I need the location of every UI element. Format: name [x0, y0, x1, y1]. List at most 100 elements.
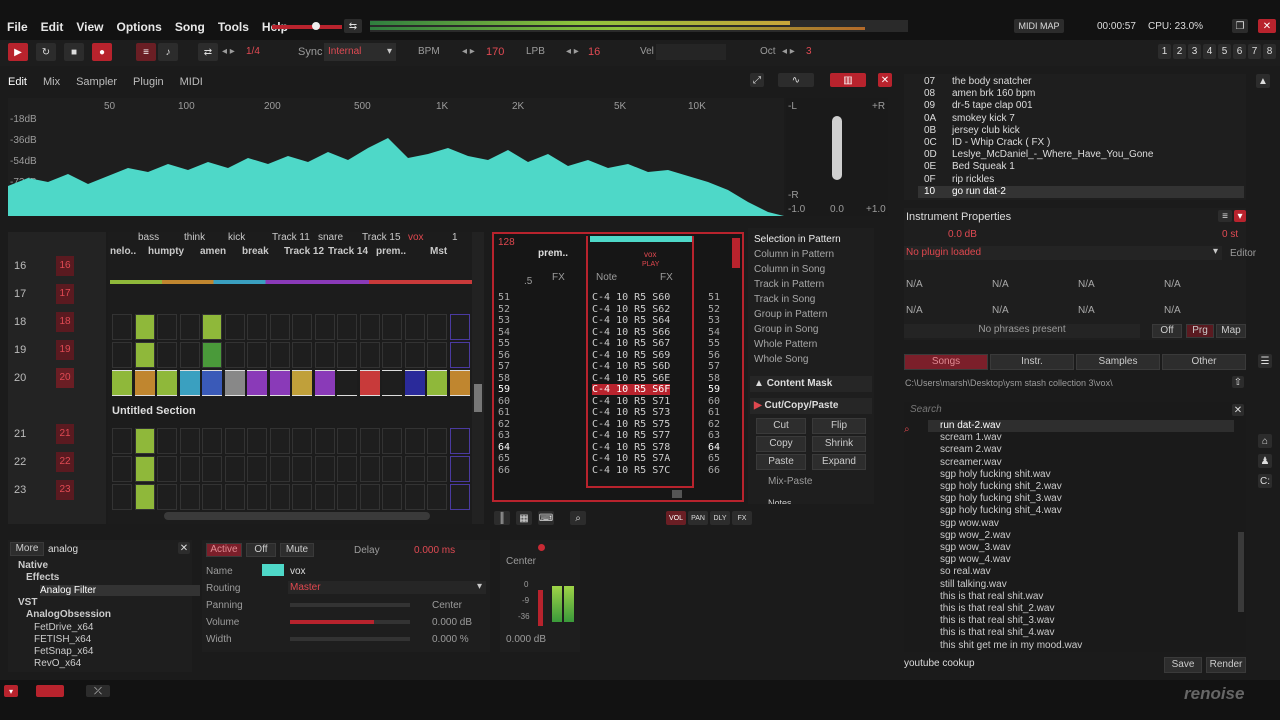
seq-pattern-number[interactable]: 18 [56, 312, 74, 332]
matrix-cell[interactable] [224, 314, 245, 340]
pattern-note[interactable]: C-4 10 R5 S78 [592, 442, 670, 453]
instrument-index[interactable]: 0A [924, 113, 936, 124]
matrix-cell[interactable] [157, 342, 177, 368]
file-item[interactable]: sgp wow_2.wav [940, 530, 1011, 541]
matrix-cell[interactable] [202, 484, 222, 510]
matrix-cell[interactable] [427, 428, 447, 454]
pattern-note[interactable]: C-4 10 R5 S6D [592, 361, 670, 372]
matrix-cell[interactable] [449, 428, 470, 454]
pattern-note[interactable]: C-4 10 R5 S62 [592, 304, 670, 315]
sync-select[interactable]: Internal ▾ [324, 43, 396, 61]
matrix-selected-row-cell[interactable] [404, 370, 425, 396]
seq-index[interactable]: 17 [14, 288, 26, 300]
instrument-index[interactable]: 08 [924, 88, 935, 99]
seq-index[interactable]: 19 [14, 344, 26, 356]
matrix-cell[interactable] [427, 342, 447, 368]
matrix-cell[interactable] [337, 428, 357, 454]
tab-plugin[interactable]: Plugin [133, 76, 164, 88]
shrink-button[interactable]: Shrink [812, 436, 866, 452]
inst-volume[interactable]: 0.0 dB [948, 229, 977, 240]
matrix-cell[interactable] [112, 456, 132, 482]
selection-option[interactable]: Column in Song [754, 264, 825, 275]
pattern-note[interactable]: C-4 10 R5 S60 [592, 292, 670, 303]
menu-song[interactable]: Song [175, 20, 205, 34]
matrix-cell[interactable] [269, 484, 290, 510]
matrix-cell[interactable] [247, 456, 267, 482]
matrix-cell[interactable] [314, 484, 335, 510]
spectrum-mode-icon[interactable]: ▥ [830, 73, 866, 87]
matrix-cell[interactable] [337, 456, 357, 482]
matrix-cell[interactable] [247, 428, 267, 454]
dsp-tree-item[interactable]: FETISH_x64 [34, 634, 91, 645]
matrix-cell[interactable] [247, 314, 267, 340]
mix-paste-toggle[interactable]: Mix-Paste [768, 476, 812, 487]
matrix-selected-row-cell[interactable] [112, 370, 132, 396]
matrix-cell[interactable] [224, 484, 245, 510]
dsp-tree-item[interactable]: Analog Filter [40, 584, 200, 596]
matrix-cell[interactable] [404, 428, 425, 454]
grid-icon[interactable]: ▦ [516, 511, 532, 525]
phrase-off-button[interactable]: Off [1152, 324, 1182, 338]
clear-search-icon[interactable]: ✕ [1232, 404, 1244, 416]
matrix-cell[interactable] [224, 428, 245, 454]
seq-pattern-number[interactable]: 17 [56, 284, 74, 304]
layout-3-button[interactable]: 3 [1188, 44, 1201, 59]
follow-icon[interactable]: ≡ [136, 43, 156, 61]
file-item[interactable]: sgp holy fucking shit_3.wav [940, 493, 1062, 504]
instrument-name[interactable]: rip rickles [952, 174, 994, 185]
file-item[interactable]: screamer.wav [940, 457, 1002, 468]
matrix-selected-row-cell[interactable] [337, 370, 357, 396]
pattern-note[interactable]: C-4 10 R5 S71 [592, 396, 670, 407]
metronome-icon[interactable]: ♪ [158, 43, 178, 61]
selection-option[interactable]: Group in Pattern [754, 309, 827, 320]
matrix-cell[interactable] [449, 342, 470, 368]
file-item[interactable]: still talking.wav [940, 579, 1007, 590]
layout-5-button[interactable]: 5 [1218, 44, 1231, 59]
pattern-note[interactable]: C-4 10 R5 S7C [592, 465, 670, 476]
matrix-cell[interactable] [292, 484, 312, 510]
seq-index[interactable]: 22 [14, 456, 26, 468]
pattern-note[interactable]: C-4 10 R5 S7A [592, 453, 670, 464]
matrix-cell[interactable] [314, 314, 335, 340]
seq-pattern-number[interactable]: 19 [56, 340, 74, 360]
instrument-name[interactable]: dr-5 tape clap 001 [952, 100, 1033, 111]
file-item[interactable]: scream 2.wav [940, 444, 1002, 455]
matrix-cell[interactable] [202, 314, 222, 340]
pattern-note[interactable]: C-4 10 R5 S73 [592, 407, 670, 418]
tab-mix[interactable]: Mix [43, 76, 60, 88]
dsp-tree-item[interactable]: Native [18, 560, 48, 571]
matrix-cell[interactable] [269, 456, 290, 482]
matrix-selected-row-cell[interactable] [449, 370, 470, 396]
file-item[interactable]: sgp holy fucking shit.wav [940, 469, 1051, 480]
scope-mode-icon[interactable]: ∿ [778, 73, 814, 87]
matrix-cell[interactable] [202, 456, 222, 482]
cut-button[interactable]: Cut [756, 418, 806, 434]
pattern-note[interactable]: C-4 10 R5 S6E [592, 373, 670, 384]
arrows-icon[interactable]: ◂ ▸ [222, 46, 235, 57]
matrix-cell[interactable] [337, 342, 357, 368]
matrix-cell[interactable] [134, 456, 155, 482]
track-scopes[interactable] [370, 20, 908, 32]
matrix-selected-row-cell[interactable] [427, 370, 447, 396]
close-panel-icon[interactable]: ✕ [878, 73, 892, 87]
section-name[interactable]: Untitled Section [112, 405, 196, 417]
panning-slider[interactable] [290, 603, 410, 607]
matrix-cell[interactable] [292, 456, 312, 482]
group-name[interactable]: prem.. [376, 246, 406, 257]
matrix-cell[interactable] [337, 484, 357, 510]
matrix-cell[interactable] [292, 342, 312, 368]
instrument-name[interactable]: Leslye_McDaniel_-_Where_Have_You_Gone [952, 149, 1153, 160]
oct-value[interactable]: 3 [806, 46, 812, 57]
matrix-selected-row-cell[interactable] [224, 370, 245, 396]
tab-sampler[interactable]: Sampler [76, 76, 117, 88]
layout-6-button[interactable]: 6 [1233, 44, 1246, 59]
bpm-arrows-icon[interactable]: ◂ ▸ [462, 46, 475, 57]
delay-value[interactable]: 0.000 ms [414, 545, 455, 556]
expand-button[interactable]: Expand [812, 454, 866, 470]
dsp-tree-item[interactable]: FetSnap_x64 [34, 646, 94, 657]
lpb-value[interactable]: 16 [588, 46, 600, 58]
instrument-name[interactable]: go run dat-2 [952, 186, 1006, 197]
matrix-selected-row-cell[interactable] [314, 370, 335, 396]
pattern-lines[interactable]: 128 [498, 237, 515, 248]
browser-path[interactable]: C:\Users\marsh\Desktop\ysm stash collect… [905, 378, 1113, 388]
